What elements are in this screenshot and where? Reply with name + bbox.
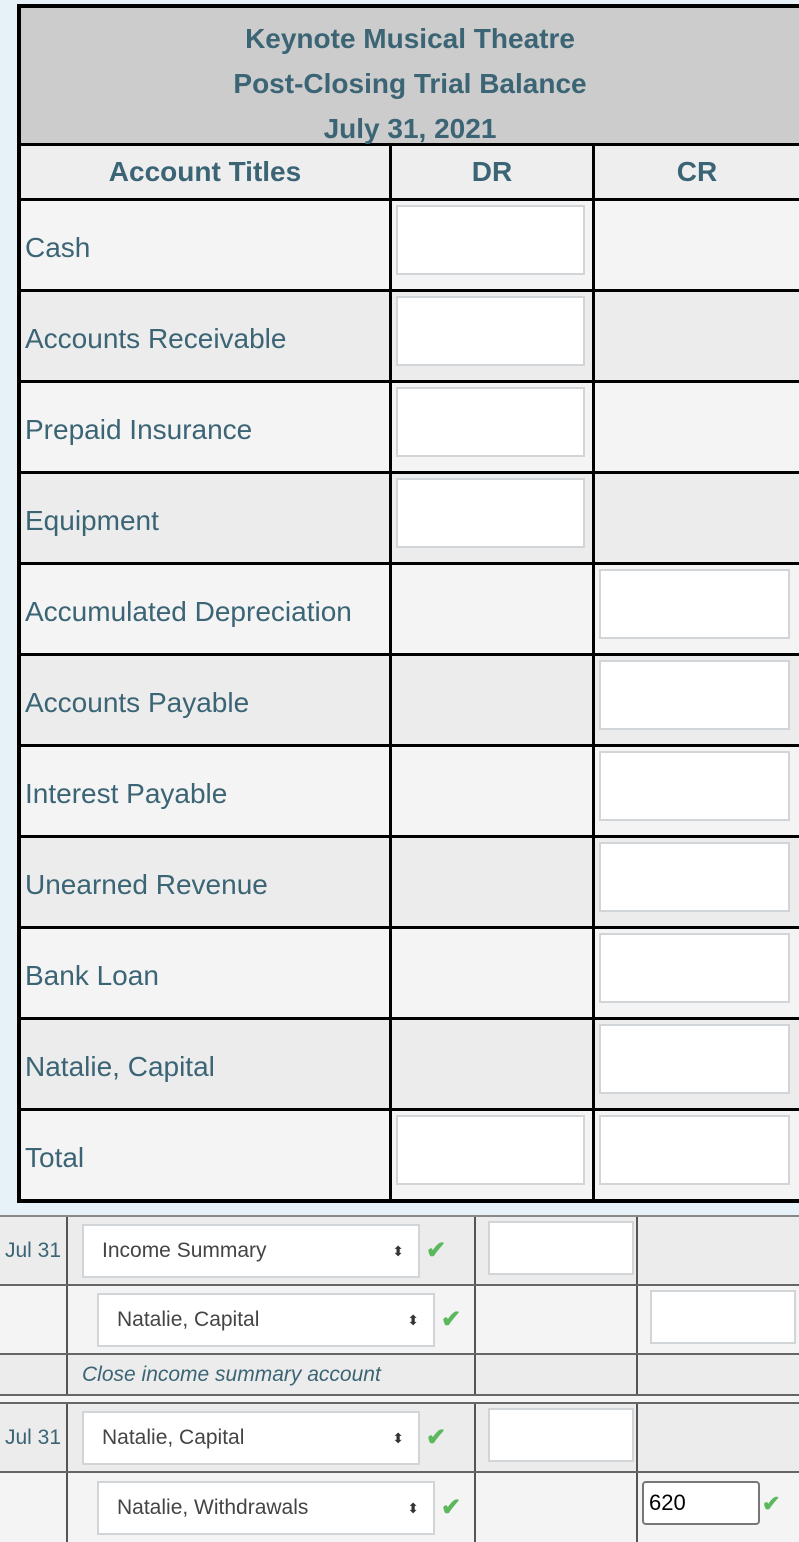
select-arrows-icon: ⬍ [392,1429,404,1446]
total-row: Total [21,1111,799,1199]
account-row: Accounts Payable [21,656,799,747]
post-closing-trial-balance-table: Keynote Musical Theatre Post-Closing Tri… [17,4,799,1203]
entry1-date: Jul 31 [0,1217,68,1284]
check-icon: ✔ [426,1237,447,1264]
account-cr-cell [595,656,799,744]
entry1-credit-account-value: Natalie, Capital [117,1307,260,1331]
check-icon: ✔ [762,1491,781,1516]
account-title: Accumulated Depreciation [21,565,392,653]
column-header-row: Account Titles DR CR [21,146,799,201]
account-cr-cell [595,292,799,380]
account-dr-cell [392,474,595,562]
account-cr-cell [595,565,799,653]
account-cr-input[interactable] [599,569,790,639]
entry2-debit-amount-input[interactable] [488,1408,634,1462]
entry2-debit-account-select[interactable]: Natalie, Capital ⬍ [82,1410,420,1465]
account-cr-cell [595,383,799,471]
account-row: Cash [21,201,799,292]
account-row: Prepaid Insurance [21,383,799,474]
account-title: Cash [21,201,392,289]
account-cr-cell [595,838,799,926]
account-cr-cell [595,474,799,562]
select-arrows-icon: ⬍ [407,1311,419,1328]
account-dr-cell [392,383,595,471]
account-title: Interest Payable [21,747,392,835]
account-cr-cell [595,747,799,835]
account-title: Equipment [21,474,392,562]
column-header-dr: DR [392,146,595,198]
total-cr-input[interactable] [599,1115,790,1185]
select-arrows-icon: ⬍ [392,1242,404,1259]
account-title: Natalie, Capital [21,1020,392,1108]
column-header-cr: CR [676,156,718,187]
account-title: Prepaid Insurance [21,383,392,471]
account-row: Accounts Receivable [21,292,799,383]
account-dr-cell [392,1020,595,1108]
total-dr-input[interactable] [396,1115,585,1185]
account-row: Accumulated Depreciation [21,565,799,656]
journal-row-entry1-credit: Natalie, Capital ⬍ ✔ [0,1286,799,1355]
column-header-account-titles: Account Titles [21,146,392,198]
account-dr-cell [392,656,595,744]
total-label: Total [21,1111,392,1199]
statement-title: Post-Closing Trial Balance [233,68,587,99]
account-title: Accounts Receivable [21,292,392,380]
account-row: Interest Payable [21,747,799,838]
account-cr-input[interactable] [599,1024,790,1094]
account-dr-cell [392,747,595,835]
entry1-debit-account-select[interactable]: Income Summary ⬍ [82,1223,420,1278]
entry1-credit-amount-input[interactable] [650,1290,796,1344]
account-dr-cell [392,565,595,653]
account-row: Unearned Revenue [21,838,799,929]
check-icon: ✔ [426,1424,447,1451]
account-dr-cell [392,838,595,926]
entry1-debit-amount-input[interactable] [488,1221,634,1275]
entry2-credit-account-select[interactable]: Natalie, Withdrawals ⬍ [97,1480,435,1535]
journal-row-entry1-debit: Jul 31 Income Summary ⬍ ✔ [0,1217,799,1286]
statement-header: Keynote Musical Theatre Post-Closing Tri… [21,8,799,146]
check-icon: ✔ [441,1306,462,1333]
entry2-credit-account-value: Natalie, Withdrawals [117,1495,309,1519]
account-title: Accounts Payable [21,656,392,744]
closing-journal-entries: Jul 31 Income Summary ⬍ ✔ Natalie, Capit… [0,1215,799,1542]
account-title: Unearned Revenue [21,838,392,926]
account-title: Bank Loan [21,929,392,1017]
account-dr-input[interactable] [396,205,585,275]
entry1-credit-account-select[interactable]: Natalie, Capital ⬍ [97,1292,435,1347]
account-dr-cell [392,292,595,380]
account-row: Natalie, Capital [21,1020,799,1111]
account-cr-input[interactable] [599,933,790,1003]
statement-date: July 31, 2021 [323,113,497,144]
check-icon: ✔ [441,1494,462,1521]
account-dr-input[interactable] [396,478,585,548]
account-row: Equipment [21,474,799,565]
account-dr-cell [392,929,595,1017]
account-cr-input[interactable] [599,842,790,912]
account-cr-cell [595,1020,799,1108]
account-cr-cell [595,201,799,289]
account-dr-cell [392,201,595,289]
entry2-debit-account-value: Natalie, Capital [102,1425,245,1449]
journal-row-entry1-memo: Close income summary account [0,1355,799,1396]
select-arrows-icon: ⬍ [407,1499,419,1516]
company-name: Keynote Musical Theatre [245,23,575,54]
account-dr-input[interactable] [396,296,585,366]
entry-separator [0,1396,799,1404]
account-dr-input[interactable] [396,387,585,457]
entry1-debit-account-value: Income Summary [102,1238,267,1262]
account-cr-cell [595,929,799,1017]
account-cr-input[interactable] [599,751,790,821]
account-cr-input[interactable] [599,660,790,730]
account-row: Bank Loan [21,929,799,1020]
entry1-memo: Close income summary account [82,1362,381,1386]
entry2-date: Jul 31 [0,1404,68,1471]
journal-row-entry2-debit: Jul 31 Natalie, Capital ⬍ ✔ [0,1404,799,1473]
entry2-credit-amount-input[interactable]: 620 [642,1481,760,1525]
